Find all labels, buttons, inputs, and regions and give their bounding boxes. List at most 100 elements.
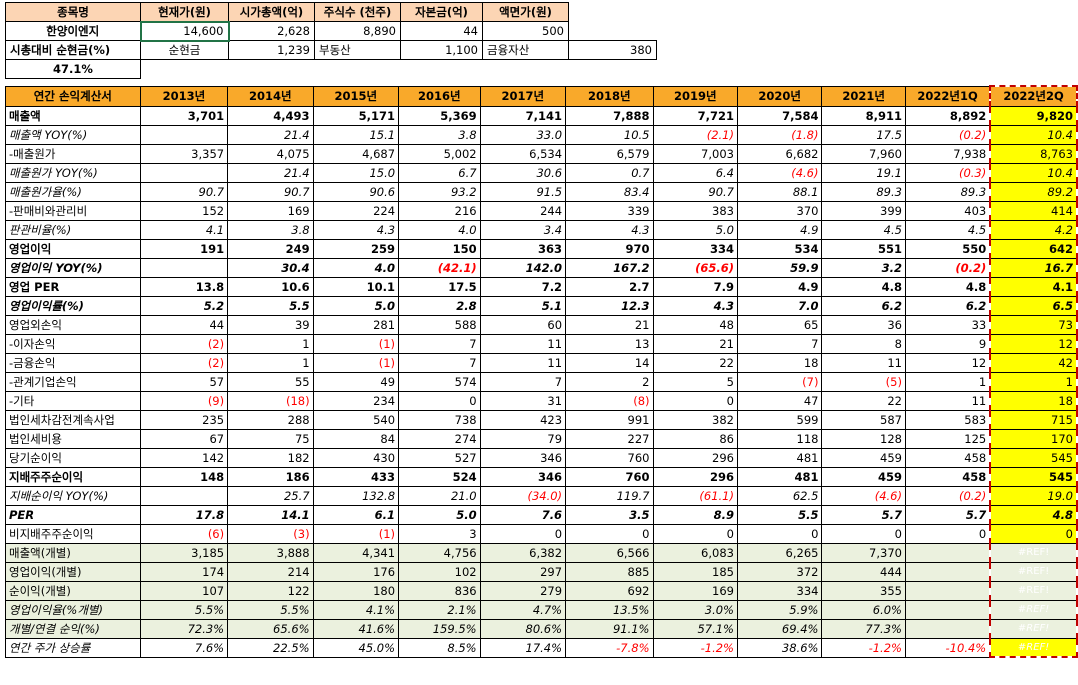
year-header-cell[interactable]: 2017년 xyxy=(479,85,567,107)
cell-header-shares[interactable]: 주식수 (천주) xyxy=(314,2,401,22)
value-cell[interactable]: 715 xyxy=(989,409,1078,430)
value-cell[interactable]: 10.4 xyxy=(989,162,1078,183)
cell-header-price[interactable]: 현재가(원) xyxy=(140,2,229,22)
value-cell[interactable] xyxy=(904,599,991,620)
value-cell[interactable]: 176 xyxy=(312,561,400,582)
value-cell[interactable]: 4.7% xyxy=(479,599,567,620)
value-cell[interactable]: 22.5% xyxy=(227,637,314,658)
cell-net-cash-value[interactable]: 1,239 xyxy=(228,40,315,60)
value-cell[interactable]: 4.9 xyxy=(736,219,823,240)
value-cell[interactable]: 1 xyxy=(904,371,991,392)
value-cell[interactable]: 297 xyxy=(479,561,567,582)
value-cell[interactable]: 9 xyxy=(904,333,991,354)
value-cell[interactable]: 288 xyxy=(227,409,314,430)
value-cell[interactable]: 3,888 xyxy=(227,542,314,563)
row-label-cell[interactable]: 영업이익율(%개별) xyxy=(5,599,141,620)
value-cell[interactable]: 8.5% xyxy=(398,637,481,658)
year-header-cell[interactable]: 2022년1Q xyxy=(904,85,991,107)
year-header-cell[interactable]: 2016년 xyxy=(398,85,481,107)
value-cell[interactable]: 4.8 xyxy=(904,276,991,297)
row-label-cell[interactable]: 법인세비용 xyxy=(5,428,141,449)
row-label-cell[interactable]: -이자손익 xyxy=(5,333,141,354)
value-cell[interactable]: (34.0) xyxy=(479,485,567,506)
value-cell[interactable]: 80.6% xyxy=(479,618,567,639)
value-cell[interactable] xyxy=(904,618,991,639)
row-label-cell[interactable]: 지배주주순이익 xyxy=(5,466,141,487)
value-cell[interactable]: 17.4% xyxy=(479,637,567,658)
value-cell[interactable]: 0 xyxy=(652,390,738,411)
value-cell[interactable]: 481 xyxy=(736,447,823,468)
row-label-cell[interactable]: -기타 xyxy=(5,390,141,411)
value-cell[interactable]: 6.5 xyxy=(989,295,1078,316)
value-cell[interactable]: (0.2) xyxy=(904,485,991,506)
value-cell[interactable]: (2) xyxy=(139,352,229,373)
value-cell[interactable]: 7.0 xyxy=(736,295,823,316)
value-cell[interactable]: 89.3 xyxy=(821,181,906,202)
value-cell[interactable]: 403 xyxy=(904,200,991,221)
value-cell[interactable]: (8) xyxy=(565,390,654,411)
value-cell[interactable]: 4.9 xyxy=(736,276,823,297)
value-cell[interactable]: 118 xyxy=(736,428,823,449)
value-cell[interactable]: 90.7 xyxy=(227,181,314,202)
value-cell[interactable]: 738 xyxy=(398,409,481,430)
value-cell[interactable]: 8.9 xyxy=(652,504,738,525)
row-label-cell[interactable]: 판관비율(%) xyxy=(5,219,141,240)
value-cell[interactable]: 180 xyxy=(312,580,400,601)
value-cell[interactable]: (2.1) xyxy=(652,124,738,145)
value-cell[interactable]: 551 xyxy=(821,238,906,259)
value-cell[interactable] xyxy=(139,257,229,278)
value-cell[interactable]: 0 xyxy=(904,523,991,544)
value-cell[interactable]: 25.7 xyxy=(227,485,314,506)
value-cell[interactable]: 7,721 xyxy=(652,105,738,126)
value-cell[interactable]: 33.0 xyxy=(479,124,567,145)
value-cell[interactable]: 84 xyxy=(312,428,400,449)
row-label-cell[interactable]: 매출원가 YOY(%) xyxy=(5,162,141,183)
value-cell[interactable]: 59.9 xyxy=(736,257,823,278)
value-cell[interactable]: 444 xyxy=(821,561,906,582)
value-cell[interactable]: 7 xyxy=(736,333,823,354)
value-cell[interactable]: -10.4% xyxy=(904,637,991,658)
value-cell[interactable]: (4.6) xyxy=(736,162,823,183)
value-cell[interactable]: #REF! xyxy=(989,599,1078,620)
row-label-cell[interactable]: -매출원가 xyxy=(5,143,141,164)
value-cell[interactable]: 370 xyxy=(736,200,823,221)
value-cell[interactable]: 88.1 xyxy=(736,181,823,202)
value-cell[interactable]: 527 xyxy=(398,447,481,468)
value-cell[interactable]: 191 xyxy=(139,238,229,259)
value-cell[interactable]: 885 xyxy=(565,561,654,582)
cell-header-par[interactable]: 액면가(원) xyxy=(482,2,569,22)
value-cell[interactable]: 7,370 xyxy=(821,542,906,563)
value-cell[interactable]: (4.6) xyxy=(821,485,906,506)
value-cell[interactable]: 4,341 xyxy=(312,542,400,563)
value-cell[interactable]: 6,382 xyxy=(479,542,567,563)
value-cell[interactable]: 185 xyxy=(652,561,738,582)
value-cell[interactable]: 7 xyxy=(398,333,481,354)
value-cell[interactable]: 91.5 xyxy=(479,181,567,202)
value-cell[interactable]: 41.6% xyxy=(312,618,400,639)
year-header-cell[interactable]: 2014년 xyxy=(227,85,314,107)
value-cell[interactable]: 11 xyxy=(904,390,991,411)
value-cell[interactable]: 4,075 xyxy=(227,143,314,164)
value-cell[interactable]: 150 xyxy=(398,238,481,259)
value-cell[interactable]: 18 xyxy=(989,390,1078,411)
value-cell[interactable]: -1.2% xyxy=(652,637,738,658)
value-cell[interactable]: 458 xyxy=(904,466,991,487)
value-cell[interactable]: 587 xyxy=(821,409,906,430)
cell-financial-assets-value[interactable]: 380 xyxy=(568,40,657,60)
value-cell[interactable]: 57.1% xyxy=(652,618,738,639)
value-cell[interactable]: 57 xyxy=(139,371,229,392)
value-cell[interactable]: (0.3) xyxy=(904,162,991,183)
cell-company-name[interactable]: 한양이엔지 xyxy=(5,21,141,41)
value-cell[interactable]: 77.3% xyxy=(821,618,906,639)
value-cell[interactable]: 69.4% xyxy=(736,618,823,639)
value-cell[interactable]: 17.5 xyxy=(398,276,481,297)
value-cell[interactable]: 167.2 xyxy=(565,257,654,278)
value-cell[interactable]: 119.7 xyxy=(565,485,654,506)
row-label-cell[interactable]: 개별/연결 순익(%) xyxy=(5,618,141,639)
value-cell[interactable]: 4.0 xyxy=(312,257,400,278)
value-cell[interactable]: (3) xyxy=(227,523,314,544)
value-cell[interactable]: 372 xyxy=(736,561,823,582)
value-cell[interactable]: 174 xyxy=(139,561,229,582)
value-cell[interactable]: 90.7 xyxy=(139,181,229,202)
value-cell[interactable]: 6.1 xyxy=(312,504,400,525)
